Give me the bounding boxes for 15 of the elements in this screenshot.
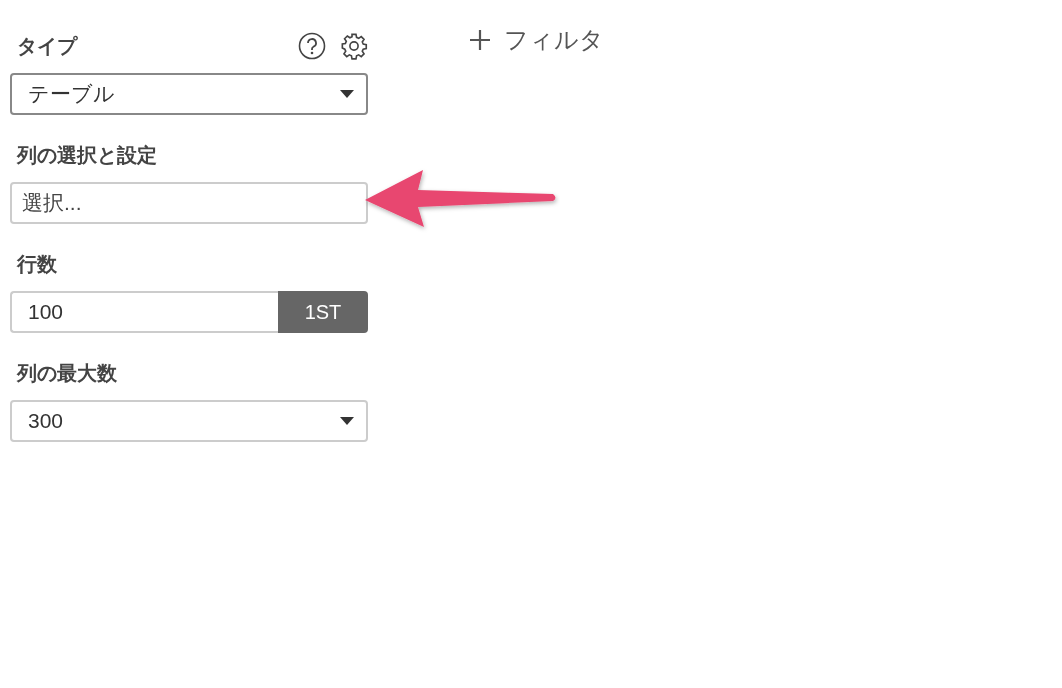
add-filter-button[interactable]: フィルタ xyxy=(470,24,604,56)
plus-icon xyxy=(470,30,490,50)
field-label: 行数 xyxy=(15,252,58,277)
input-field[interactable]: 選択... xyxy=(10,182,368,224)
number-field[interactable]: 100 xyxy=(10,291,278,333)
dropdown[interactable]: テーブル xyxy=(10,73,368,115)
field-label: タイプ xyxy=(16,34,79,59)
unit-button[interactable]: 1ST xyxy=(278,291,368,333)
caret-icon xyxy=(340,90,354,98)
field-label: 列の選択と設定 xyxy=(15,143,158,168)
caret-icon xyxy=(340,417,354,425)
field-label: 列の最大数 xyxy=(15,361,118,386)
dropdown[interactable]: 300 xyxy=(10,400,368,442)
settings-icon[interactable] xyxy=(340,32,368,60)
help-icon[interactable] xyxy=(298,32,326,60)
